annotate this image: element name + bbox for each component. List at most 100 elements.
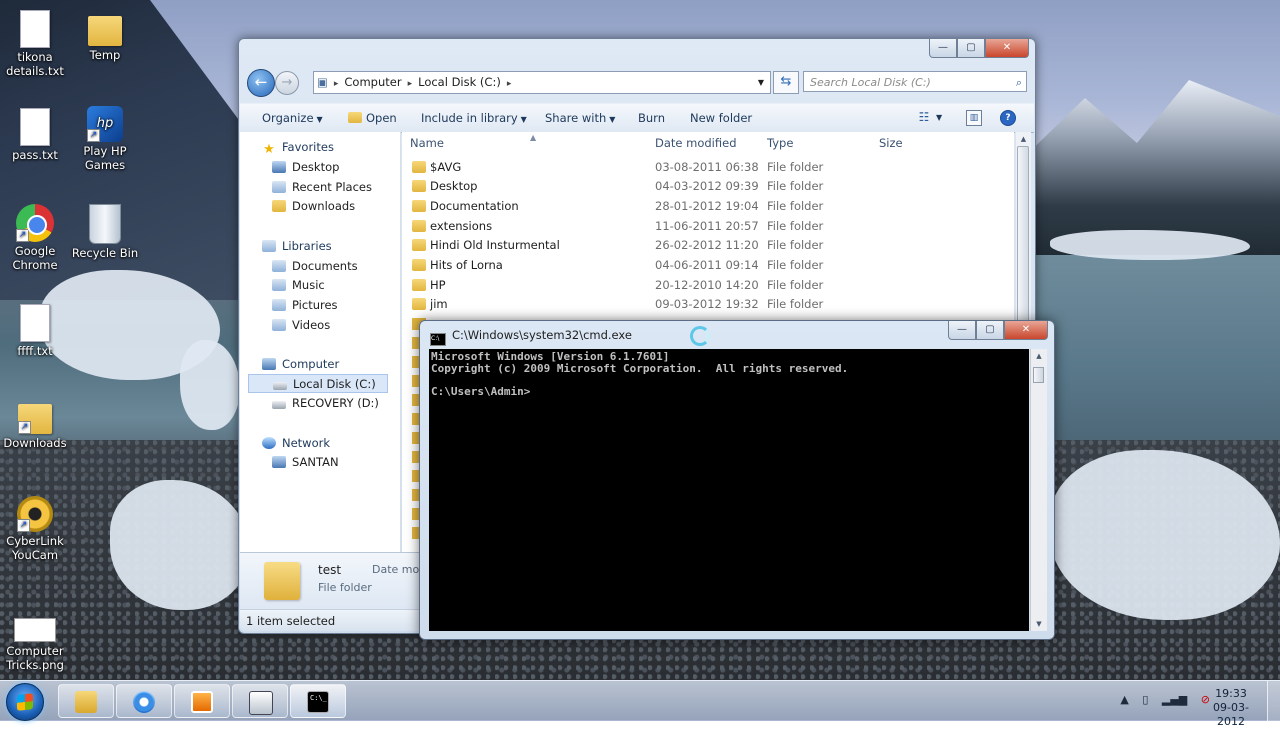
desktop-icon-google-chrome[interactable]: ↗ Google Chrome — [0, 204, 70, 272]
file-row[interactable]: Hindi Old Insturmental 26-02-2012 11:20 Fi… — [410, 236, 1010, 255]
search-icon: ⌕ — [1015, 76, 1022, 89]
desktop-icon-tikona-details[interactable]: tikona details.txt — [0, 10, 70, 78]
nav-label: Documents — [292, 259, 358, 273]
file-row[interactable]: Hits of Lorna 04-06-2011 09:14 File folder — [410, 256, 1010, 275]
breadcrumb-local-disk[interactable]: Local Disk (C:) — [415, 72, 504, 93]
nav-computer[interactable]: Computer — [262, 355, 339, 374]
refresh-button[interactable]: ⇆ — [773, 71, 799, 94]
burn-button[interactable]: Burn — [638, 104, 665, 132]
address-dropdown-icon[interactable]: ▼ — [758, 72, 764, 93]
folder-icon — [412, 239, 426, 251]
include-in-library-button[interactable]: Include in library ▼ — [421, 104, 527, 134]
taskbar-camera-app[interactable] — [232, 684, 288, 718]
desktop-icon-label: Play HP Games — [83, 144, 127, 172]
search-input[interactable]: Search Local Disk (C:) ⌕ — [803, 71, 1027, 92]
view-options-icon[interactable]: ☷ — [916, 110, 932, 126]
share-with-button[interactable]: Share with ▼ — [545, 104, 615, 134]
chrome-icon: ↗ — [16, 204, 54, 242]
show-desktop-button[interactable] — [1267, 681, 1280, 721]
signal-icon[interactable]: ▂▄▆ — [1162, 693, 1187, 706]
file-name: Hindi Old Insturmental — [430, 238, 560, 252]
taskbar-explorer[interactable] — [58, 684, 114, 718]
desktop-icon-downloads[interactable]: ↗ Downloads — [0, 396, 70, 450]
nav-recovery[interactable]: RECOVERY (D:) — [272, 394, 379, 413]
column-header-name[interactable]: Name ▲ — [410, 132, 536, 154]
computer-icon — [262, 358, 276, 370]
file-row[interactable]: $AVG 03-08-2011 06:38 File folder — [410, 158, 1010, 177]
file-row[interactable]: HP 20-12-2010 14:20 File folder — [410, 276, 1010, 295]
scroll-up-icon[interactable]: ▲ — [1031, 349, 1047, 363]
desktop-icon-temp[interactable]: Temp — [70, 8, 140, 62]
file-row[interactable]: Documentation 28-01-2012 19:04 File folder — [410, 197, 1010, 216]
start-button[interactable] — [6, 683, 44, 721]
battery-icon[interactable]: ▯ — [1142, 693, 1148, 706]
taskbar-internet-explorer[interactable] — [116, 684, 172, 718]
column-header-size[interactable]: Size — [879, 132, 903, 154]
preview-pane-icon[interactable]: ▥ — [966, 110, 982, 126]
column-label: Name — [410, 136, 444, 150]
console-scrollbar[interactable]: ▲ ▼ — [1030, 349, 1047, 631]
documents-icon — [272, 260, 286, 272]
back-button[interactable]: ← — [247, 69, 275, 97]
column-header-date-modified[interactable]: Date modified — [655, 132, 737, 154]
clock[interactable]: 19:33 09-03-2012 — [1200, 687, 1262, 729]
maximize-button[interactable]: ▢ — [957, 39, 985, 58]
help-icon[interactable]: ? — [1000, 110, 1016, 126]
desktop-icon-play-hp-games[interactable]: hp ↗ Play HP Games — [70, 106, 140, 172]
close-button[interactable]: ✕ — [1004, 321, 1048, 340]
scroll-up-icon[interactable]: ▲ — [1016, 132, 1031, 146]
column-header-type[interactable]: Type — [767, 132, 793, 154]
organize-button[interactable]: Organize ▼ — [262, 104, 323, 134]
nav-downloads[interactable]: Downloads — [272, 197, 355, 216]
forward-button[interactable]: → — [275, 71, 299, 95]
maximize-button[interactable]: ▢ — [976, 321, 1004, 340]
file-type: File folder — [767, 160, 824, 174]
network-computer-icon — [272, 456, 286, 468]
selected-item-name: test — [318, 563, 342, 577]
file-name: extensions — [430, 219, 493, 233]
nav-network[interactable]: Network — [262, 434, 330, 453]
nav-videos[interactable]: Videos — [272, 316, 330, 335]
nav-santan[interactable]: SANTAN — [272, 453, 339, 472]
nav-recent-places[interactable]: Recent Places — [272, 178, 372, 197]
nav-pictures[interactable]: Pictures — [272, 296, 338, 315]
file-name: HP — [430, 278, 446, 292]
desktop-icon-ffff[interactable]: ffff.txt — [0, 304, 70, 358]
nav-libraries[interactable]: Libraries — [262, 237, 332, 256]
scroll-down-icon[interactable]: ▼ — [1031, 617, 1047, 631]
scrollbar-thumb[interactable] — [1033, 367, 1044, 383]
open-button[interactable]: Open — [348, 104, 397, 132]
scrollbar-thumb[interactable] — [1017, 146, 1029, 336]
breadcrumb-computer[interactable]: Computer — [341, 72, 404, 93]
nav-music[interactable]: Music — [272, 276, 325, 295]
file-name: Documentation — [430, 199, 519, 213]
desktop-icon-recycle-bin[interactable]: Recycle Bin — [70, 204, 140, 260]
nav-local-disk[interactable]: Local Disk (C:) — [248, 374, 388, 393]
nav-favorites[interactable]: ★ Favorites — [262, 138, 334, 157]
nav-documents[interactable]: Documents — [272, 257, 358, 276]
new-folder-button[interactable]: New folder — [690, 104, 752, 132]
address-bar[interactable]: ▣ ▸ Computer ▸ Local Disk (C:) ▸ ▼ — [313, 71, 771, 94]
desktop-icon-computer-tricks[interactable]: Computer Tricks.png — [0, 618, 70, 672]
desktop-icon-pass[interactable]: pass.txt — [0, 108, 70, 162]
minimize-button[interactable]: — — [948, 321, 976, 340]
close-button[interactable]: ✕ — [985, 39, 1029, 58]
file-type: File folder — [767, 179, 824, 193]
desktop-icon-label: ffff.txt — [17, 344, 53, 358]
file-row[interactable]: extensions 11-06-2011 20:57 File folder — [410, 217, 1010, 236]
star-icon: ★ — [263, 142, 275, 157]
minimize-button[interactable]: — — [929, 39, 957, 58]
view-dropdown-icon[interactable]: ▼ — [936, 104, 942, 132]
file-row[interactable]: jim 09-03-2012 19:32 File folder — [410, 295, 1010, 314]
show-hidden-icons-icon[interactable]: ▲ — [1120, 693, 1128, 706]
console-line: Microsoft Windows [Version 6.1.7601] — [431, 350, 670, 363]
cmd-window[interactable]: C:\ C:\Windows\system32\cmd.exe — ▢ ✕ Mic… — [419, 320, 1055, 640]
new-folder-label: New folder — [690, 111, 753, 125]
taskbar-media-player[interactable] — [174, 684, 230, 718]
file-row[interactable]: Desktop 04-03-2012 09:39 File folder — [410, 177, 1010, 196]
nav-desktop[interactable]: Desktop — [272, 158, 339, 177]
taskbar-cmd[interactable]: C:\_ — [290, 684, 346, 718]
videos-icon — [272, 319, 286, 331]
console-output[interactable]: Microsoft Windows [Version 6.1.7601] Copy… — [429, 349, 1029, 631]
desktop-icon-cyberlink-youcam[interactable]: ↗ CyberLink YouCam — [0, 496, 70, 562]
